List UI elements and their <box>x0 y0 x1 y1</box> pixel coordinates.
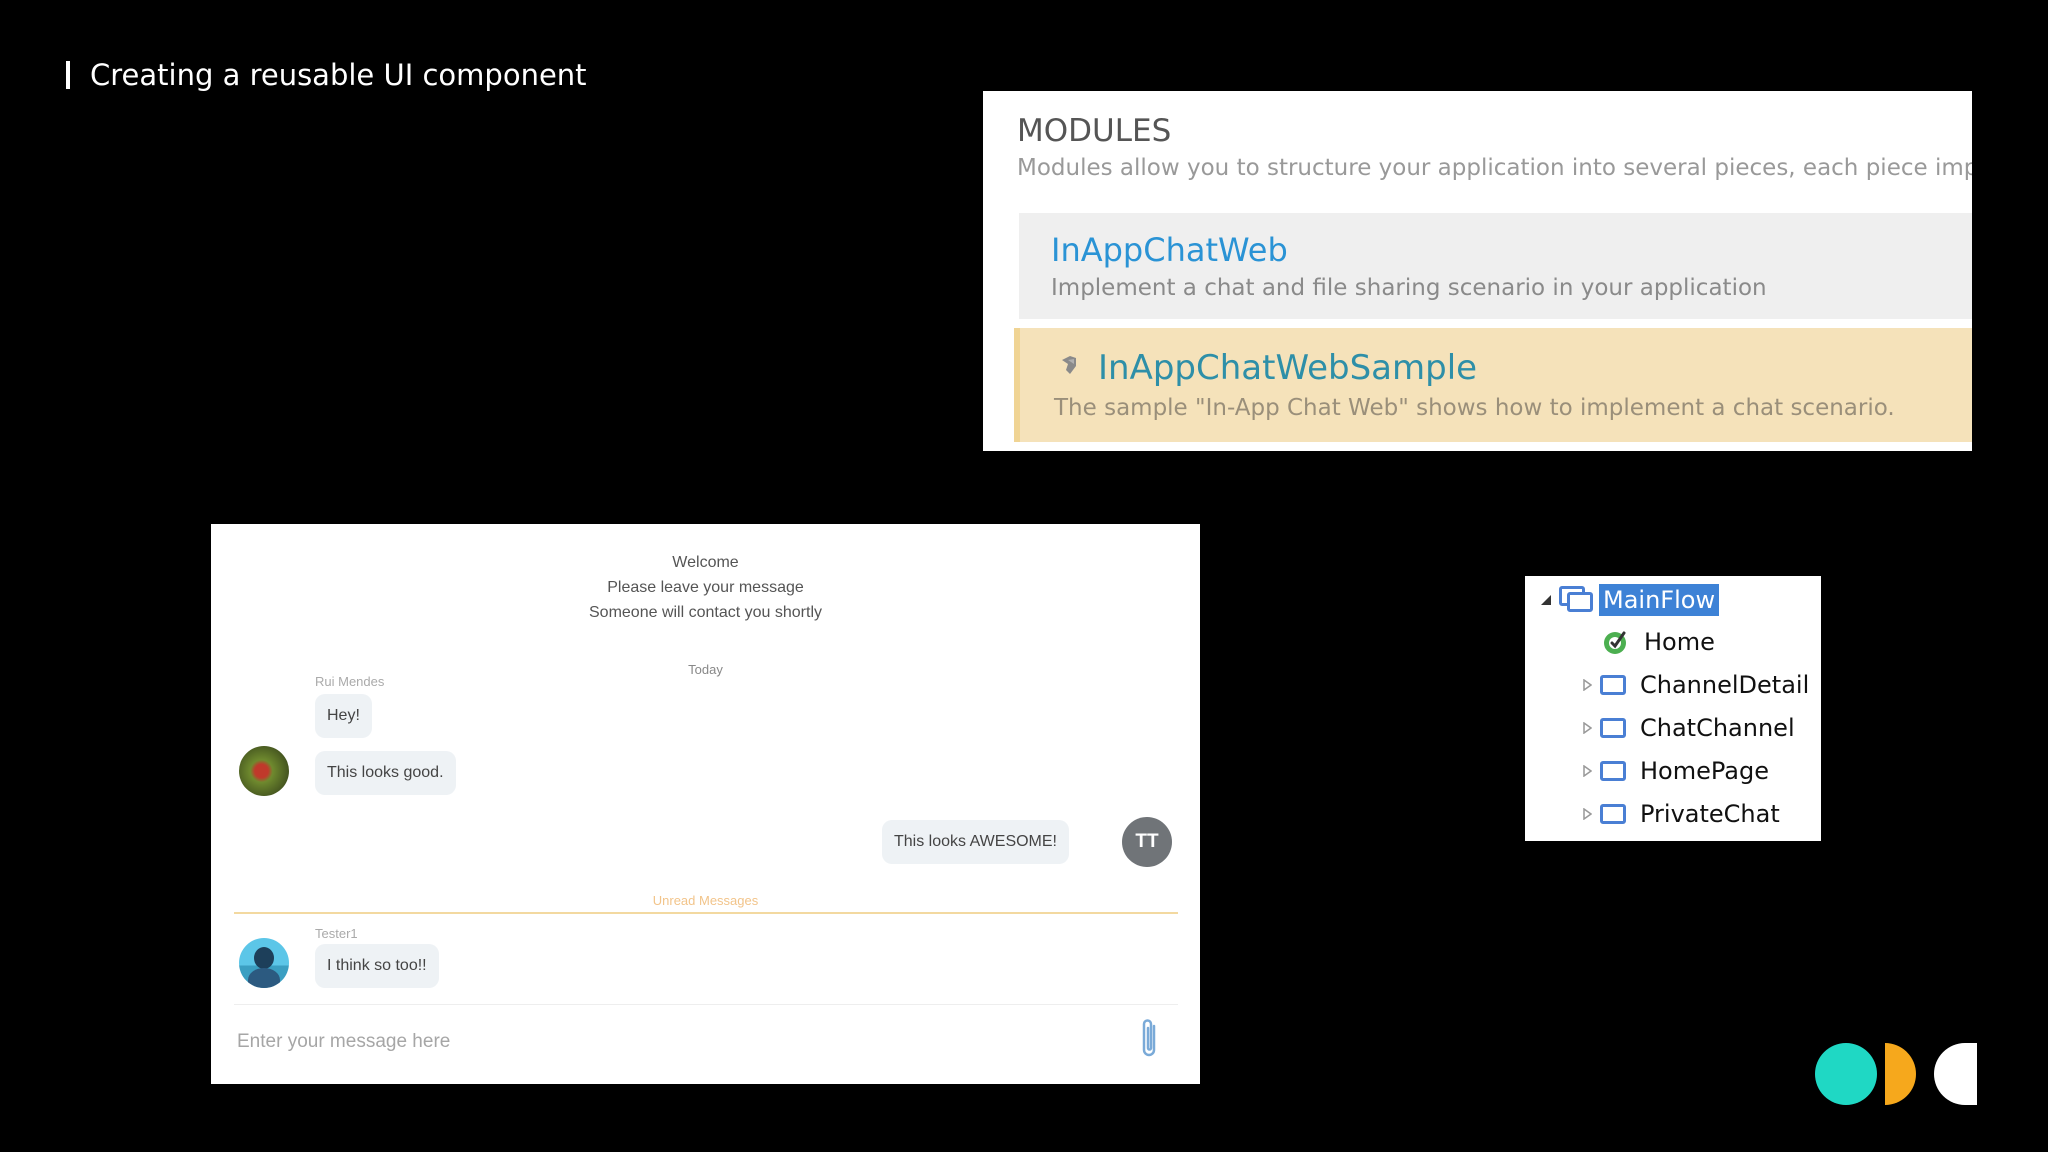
flow-tree: MainFlow Home ChannelDetail ChatChannel … <box>1525 576 1821 841</box>
avatar-rui-mendes <box>239 746 289 796</box>
message-bubble-outgoing: This looks AWESOME! <box>882 820 1069 864</box>
message-input[interactable] <box>235 1016 1059 1068</box>
chat-widget: Welcome Please leave your message Someon… <box>211 524 1200 1084</box>
module-description: The sample "In-App Chat Web" shows how t… <box>1054 395 1895 421</box>
input-separator <box>234 1004 1178 1005</box>
tree-item-channeldetail[interactable]: ChannelDetail <box>1580 667 1813 703</box>
expanded-arrow-icon[interactable] <box>1539 593 1553 607</box>
tree-item-homepage[interactable]: HomePage <box>1580 753 1773 789</box>
unread-divider-line <box>234 912 1178 914</box>
tree-item-privatechat[interactable]: PrivateChat <box>1580 796 1784 832</box>
screen-icon <box>1600 718 1626 738</box>
welcome-message: Welcome Please leave your message Someon… <box>211 550 1200 625</box>
module-description: Implement a chat and file sharing scenar… <box>1051 275 1767 301</box>
avatar-body <box>248 968 280 988</box>
screen-icon <box>1600 761 1626 781</box>
welcome-line: Welcome <box>672 554 739 571</box>
collapsed-arrow-icon[interactable] <box>1580 807 1594 821</box>
tree-item-chatchannel[interactable]: ChatChannel <box>1580 710 1799 746</box>
tree-item-mainflow[interactable]: MainFlow <box>1539 582 1720 618</box>
unread-messages-label: Unread Messages <box>652 893 759 908</box>
welcome-line: Someone will contact you shortly <box>589 604 822 621</box>
brand-logo <box>1815 1043 1977 1105</box>
message-bubble: This looks good. <box>315 751 456 795</box>
tree-item-label: ChannelDetail <box>1640 671 1810 699</box>
tree-item-label: ChatChannel <box>1640 714 1795 742</box>
collapsed-arrow-icon[interactable] <box>1580 678 1594 692</box>
message-sender: Tester1 <box>315 926 358 941</box>
module-name[interactable]: InAppChatWebSample <box>1098 348 1477 388</box>
tree-item-home[interactable]: Home <box>1602 624 1719 660</box>
modules-description: Modules allow you to structure your appl… <box>1017 155 1972 181</box>
collapsed-arrow-icon[interactable] <box>1580 764 1594 778</box>
flow-icon <box>1559 586 1595 614</box>
module-item-inappchatwebsample[interactable]: InAppChatWebSample The sample "In-App Ch… <box>1014 328 1972 442</box>
slide-title: Creating a reusable UI component <box>66 58 587 92</box>
modules-heading: MODULES <box>1017 113 1172 149</box>
home-screen-icon <box>1604 631 1626 654</box>
message-sender: Rui Mendes <box>315 674 385 689</box>
screen-icon <box>1600 675 1626 695</box>
avatar-tt: TT <box>1122 817 1172 867</box>
title-accent-bar <box>66 61 70 89</box>
message-bubble: Hey! <box>315 694 372 738</box>
module-item-inappchatweb[interactable]: InAppChatWeb Implement a chat and file s… <box>1019 213 1972 319</box>
paperclip-icon[interactable] <box>1138 1018 1162 1060</box>
welcome-line: Please leave your message <box>607 579 804 596</box>
screen-icon <box>1600 804 1626 824</box>
avatar-tester1 <box>239 938 289 988</box>
sample-module-icon <box>1062 356 1076 374</box>
tree-item-label: HomePage <box>1640 757 1769 785</box>
message-bubble: I think so too!! <box>315 944 439 988</box>
slide-title-text: Creating a reusable UI component <box>90 58 587 92</box>
modules-panel: MODULES Modules allow you to structure y… <box>983 91 1972 451</box>
collapsed-arrow-icon[interactable] <box>1580 721 1594 735</box>
tree-item-label: PrivateChat <box>1640 800 1780 828</box>
module-name[interactable]: InAppChatWeb <box>1051 231 1288 269</box>
tree-item-label: Home <box>1644 628 1715 656</box>
tree-item-label: MainFlow <box>1599 584 1720 616</box>
avatar-face <box>254 947 274 969</box>
